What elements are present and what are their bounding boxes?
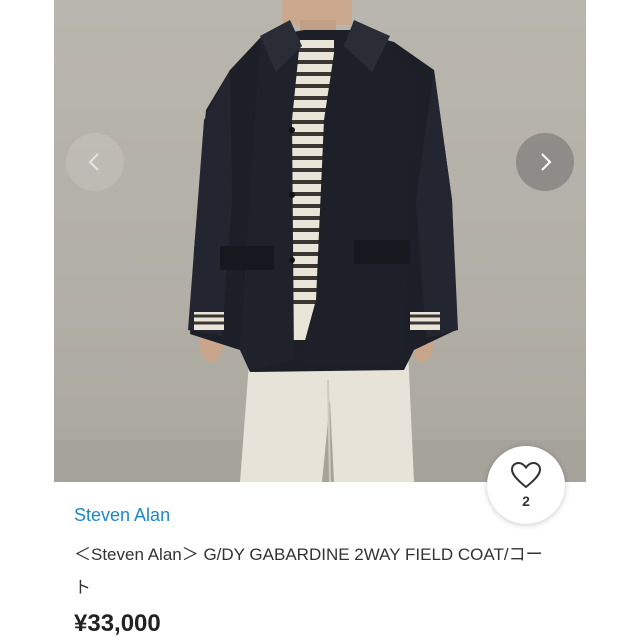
previous-image-button[interactable] bbox=[66, 133, 124, 191]
chevron-right-icon bbox=[541, 153, 552, 171]
next-image-button[interactable] bbox=[516, 133, 574, 191]
product-photo-illustration bbox=[54, 0, 586, 482]
heart-outline-icon bbox=[510, 461, 542, 489]
like-count: 2 bbox=[522, 493, 530, 509]
chevron-left-icon bbox=[88, 153, 99, 171]
product-image[interactable] bbox=[54, 0, 586, 482]
like-button[interactable]: 2 bbox=[487, 446, 565, 524]
brand-link[interactable]: Steven Alan bbox=[74, 505, 170, 526]
product-title: ＜Steven Alan＞ G/DY GABARDINE 2WAY FIELD … bbox=[74, 545, 543, 597]
product-price: ¥33,000 bbox=[74, 610, 161, 637]
